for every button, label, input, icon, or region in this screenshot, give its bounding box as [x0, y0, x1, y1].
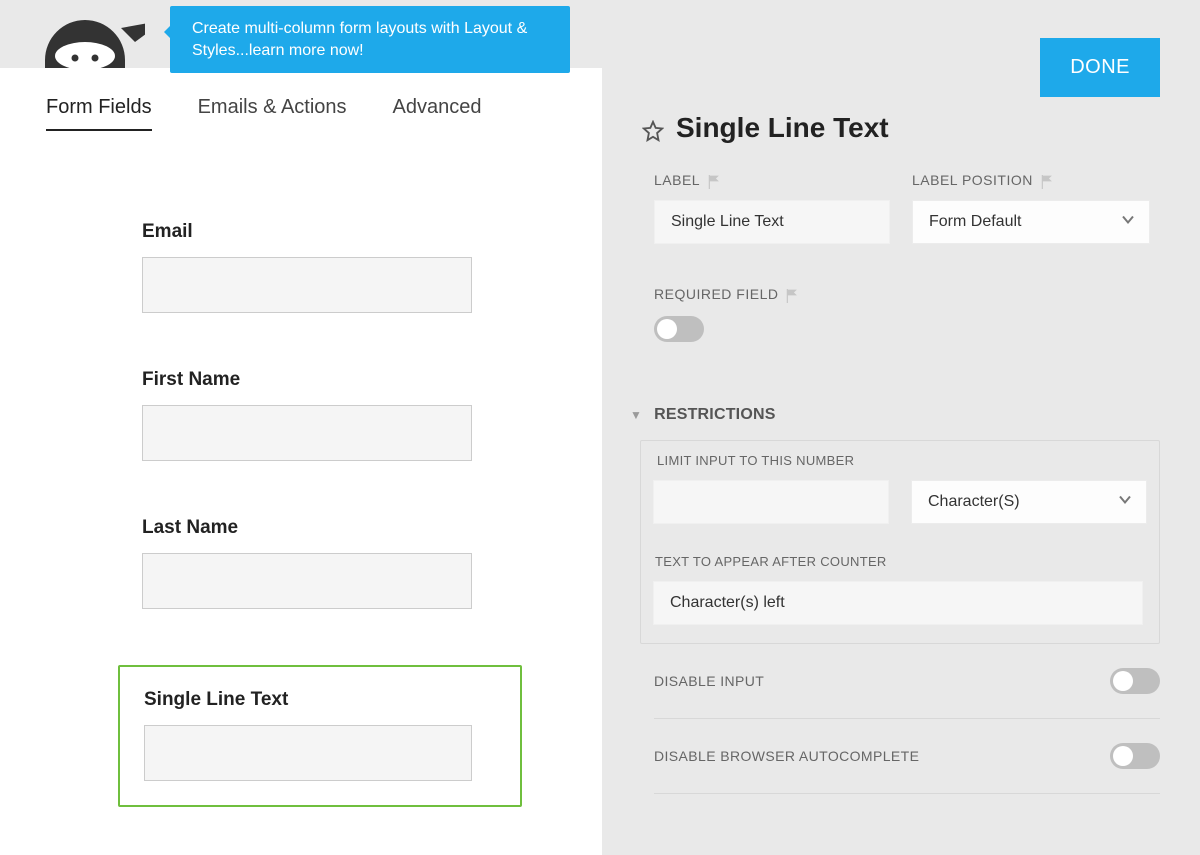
limit-unit-select[interactable]: [911, 480, 1147, 524]
field-input-preview: [144, 725, 472, 781]
disable-input-toggle[interactable]: [1110, 668, 1160, 694]
field-input-preview: [142, 553, 472, 609]
caret-down-icon: ▼: [630, 408, 642, 422]
restrictions-header[interactable]: ▼ RESTRICTIONS: [630, 406, 1160, 424]
counter-text-input[interactable]: [653, 581, 1143, 625]
promo-text: Create multi-column form layouts with La…: [192, 20, 527, 59]
counter-text-label: TEXT TO APPEAR AFTER COUNTER: [655, 554, 1147, 569]
disable-input-row: DISABLE INPUT: [654, 644, 1160, 719]
tab-form-fields[interactable]: Form Fields: [46, 96, 152, 131]
label-position-select[interactable]: [912, 200, 1150, 244]
done-button[interactable]: DONE: [1040, 38, 1160, 97]
drawer-title: Single Line Text: [642, 112, 1160, 144]
field-label: Email: [142, 221, 502, 243]
limit-value-input[interactable]: [653, 480, 889, 524]
field-label: Last Name: [142, 517, 502, 539]
field-label: Single Line Text: [144, 689, 496, 711]
field-input-preview: [142, 405, 472, 461]
field-first-name[interactable]: First Name: [142, 369, 502, 461]
promo-banner[interactable]: Create multi-column form layouts with La…: [170, 6, 570, 73]
tabs: Form Fields Emails & Actions Advanced: [0, 68, 602, 131]
label-setting: LABEL: [654, 172, 890, 244]
restrictions-fieldset: LIMIT INPUT TO THIS NUMBER TEXT TO APPEA…: [640, 440, 1160, 644]
form-field-list: Email First Name Last Name Single Line T…: [0, 131, 602, 807]
ninja-logo: [0, 0, 170, 68]
star-icon[interactable]: [642, 117, 664, 139]
field-label: First Name: [142, 369, 502, 391]
field-last-name[interactable]: Last Name: [142, 517, 502, 609]
required-field-setting: REQUIRED FIELD: [654, 286, 1160, 342]
tab-emails-actions[interactable]: Emails & Actions: [198, 96, 347, 131]
label-input[interactable]: [654, 200, 890, 244]
field-single-line-text[interactable]: Single Line Text: [118, 665, 522, 807]
disable-autocomplete-toggle[interactable]: [1110, 743, 1160, 769]
disable-autocomplete-row: DISABLE BROWSER AUTOCOMPLETE: [654, 719, 1160, 794]
header-bar: Create multi-column form layouts with La…: [0, 0, 602, 68]
label-position-setting: LABEL POSITION: [912, 172, 1150, 244]
settings-drawer: DONE Single Line Text LABEL: [602, 0, 1200, 855]
required-caption: REQUIRED FIELD: [654, 286, 778, 302]
label-caption: LABEL: [654, 172, 700, 188]
help-flag-icon[interactable]: [708, 175, 718, 185]
help-flag-icon[interactable]: [786, 289, 796, 299]
help-flag-icon[interactable]: [1041, 175, 1051, 185]
required-toggle[interactable]: [654, 316, 704, 342]
field-input-preview: [142, 257, 472, 313]
label-position-caption: LABEL POSITION: [912, 172, 1033, 188]
disable-autocomplete-label: DISABLE BROWSER AUTOCOMPLETE: [654, 748, 919, 764]
limit-label: LIMIT INPUT TO THIS NUMBER: [653, 441, 1147, 480]
field-email[interactable]: Email: [142, 221, 502, 313]
tab-advanced[interactable]: Advanced: [393, 96, 482, 131]
disable-input-label: DISABLE INPUT: [654, 673, 764, 689]
